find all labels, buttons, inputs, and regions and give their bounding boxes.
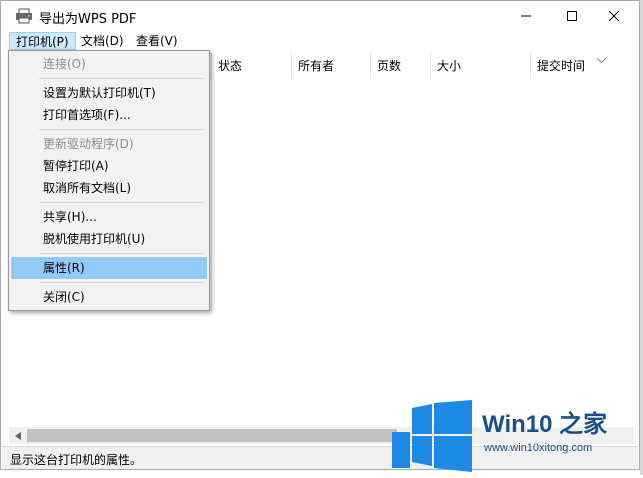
minimize-icon [521, 15, 531, 17]
menu-item-pause[interactable]: 暂停打印(A) [11, 155, 207, 177]
menu-separator [39, 129, 205, 130]
menu-separator [39, 253, 205, 254]
maximize-icon [567, 11, 577, 21]
close-icon [609, 11, 619, 21]
win10-watermark: Win10 之家 www.win10xitong.com [392, 400, 643, 475]
menu-view[interactable]: 查看(V) [130, 32, 184, 50]
column-owner[interactable]: 所有者 [291, 53, 370, 79]
status-text: 显示这台打印机的属性。 [10, 453, 143, 467]
menu-item-set-default[interactable]: 设置为默认打印机(T) [11, 82, 207, 104]
title-bar: 导出为WPS PDF [1, 1, 639, 31]
printer-icon [15, 8, 33, 24]
menu-document[interactable]: 文档(D) [75, 32, 130, 50]
scroll-left-icon[interactable] [9, 427, 26, 444]
maximize-button[interactable] [549, 1, 595, 31]
watermark-url: www.win10xitong.com [484, 442, 593, 454]
menu-item-cancel-all[interactable]: 取消所有文档(L) [11, 177, 207, 199]
menu-separator [39, 282, 205, 283]
menu-printer[interactable]: 打印机(P) [9, 32, 76, 50]
menu-item-properties[interactable]: 属性(R) [11, 257, 207, 279]
menu-item-preferences[interactable]: 打印首选项(F)... [11, 104, 207, 126]
column-submitted[interactable]: 提交时间 [530, 53, 634, 79]
printer-menu-dropdown: 连接(O) 设置为默认打印机(T) 打印首选项(F)... 更新驱动程序(D) … [8, 50, 210, 311]
sort-chevron-icon [596, 53, 607, 67]
menu-bar: 打印机(P) 文档(D) 查看(V) [1, 31, 639, 51]
menu-separator [39, 202, 205, 203]
column-size[interactable]: 大小 [430, 53, 530, 79]
column-pages[interactable]: 页数 [370, 53, 430, 79]
scroll-thumb[interactable] [27, 429, 397, 442]
column-status[interactable]: 状态 [211, 53, 291, 79]
menu-item-update-driver: 更新驱动程序(D) [43, 137, 134, 151]
watermark-brand: Win10 之家 [482, 411, 608, 438]
menu-item-close[interactable]: 关闭(C) [11, 286, 207, 308]
menu-separator [39, 78, 205, 79]
window-title: 导出为WPS PDF [39, 12, 137, 27]
close-window-button[interactable] [591, 1, 637, 31]
menu-item-share[interactable]: 共享(H)... [11, 206, 207, 228]
minimize-button[interactable] [503, 1, 549, 31]
menu-item-offline[interactable]: 脱机使用打印机(U) [11, 228, 207, 250]
menu-item-connect: 连接(O) [43, 57, 86, 71]
